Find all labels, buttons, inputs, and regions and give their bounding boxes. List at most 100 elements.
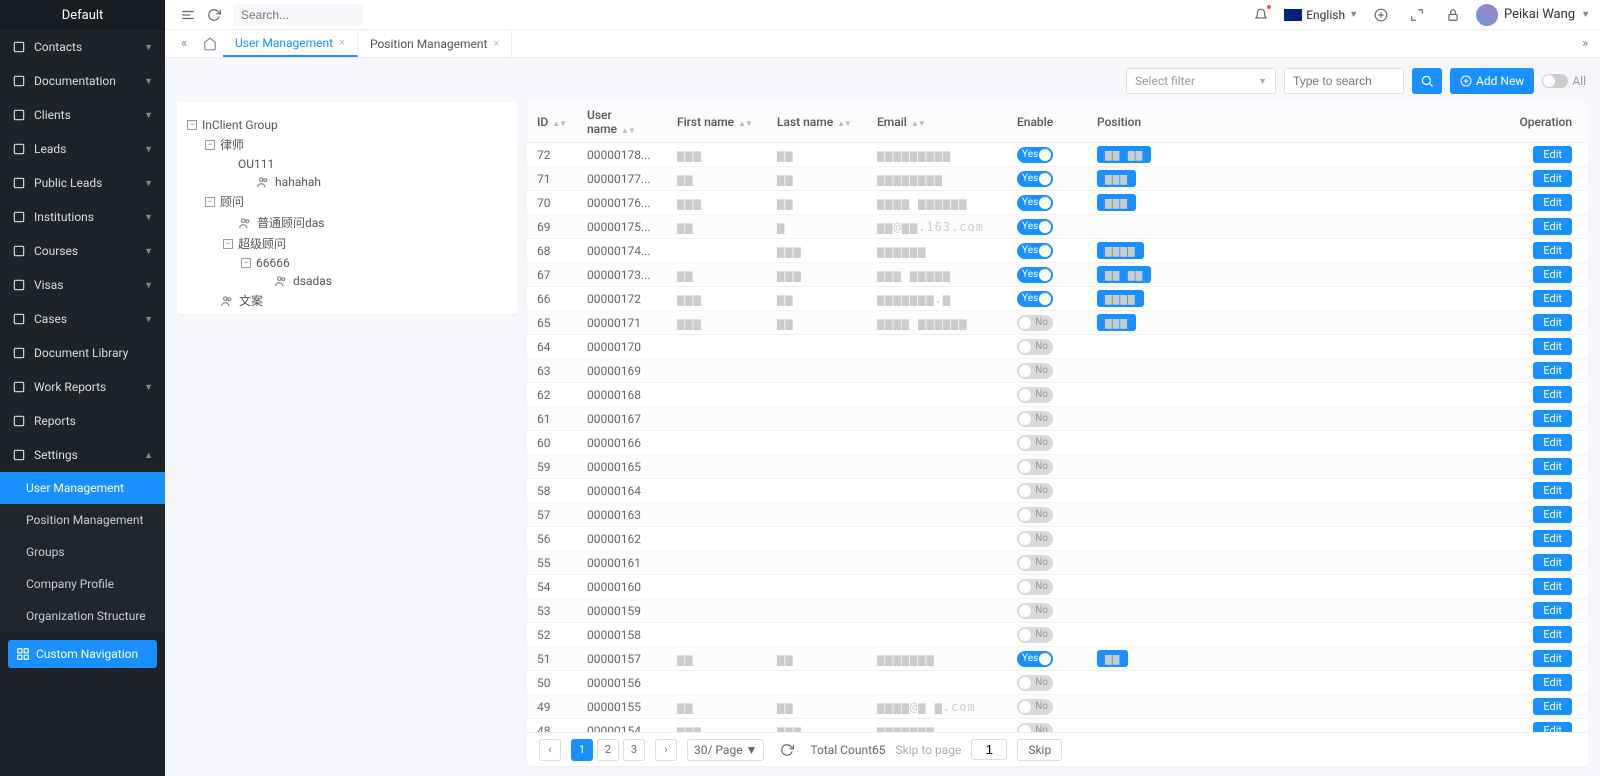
- menu-collapse-icon[interactable]: [175, 2, 201, 28]
- nav-item-leads[interactable]: Leads▼: [0, 132, 165, 166]
- nav-item-document-library[interactable]: Document Library: [0, 336, 165, 370]
- per-page-select[interactable]: 30/ Page ▼: [687, 739, 764, 761]
- position-chip[interactable]: ▆▆▆▆: [1097, 290, 1144, 307]
- edit-button[interactable]: Edit: [1533, 338, 1572, 355]
- enable-toggle[interactable]: No: [1017, 723, 1053, 732]
- filter-search-input[interactable]: [1293, 74, 1395, 88]
- nav-item-reports[interactable]: Reports: [0, 404, 165, 438]
- col-email[interactable]: Email▲▼: [867, 102, 1007, 143]
- col-lastname[interactable]: Last name▲▼: [767, 102, 867, 143]
- nav-subitem-groups[interactable]: Groups: [0, 536, 165, 568]
- page-next[interactable]: ›: [655, 739, 677, 761]
- page-number[interactable]: 3: [623, 739, 645, 761]
- enable-toggle[interactable]: No: [1017, 483, 1053, 499]
- enable-toggle[interactable]: No: [1017, 531, 1053, 547]
- position-chip[interactable]: ▆▆▆: [1097, 194, 1136, 211]
- position-chip[interactable]: ▆▆ ▆▆: [1097, 266, 1151, 283]
- tree-node[interactable]: −66666: [187, 254, 507, 272]
- enable-toggle[interactable]: Yes: [1017, 171, 1053, 187]
- position-chip[interactable]: ▆▆▆: [1097, 170, 1136, 187]
- edit-button[interactable]: Edit: [1533, 434, 1572, 451]
- global-search[interactable]: [233, 4, 363, 26]
- tree-node[interactable]: OU111: [187, 155, 507, 173]
- lock-icon[interactable]: [1440, 2, 1466, 28]
- edit-button[interactable]: Edit: [1533, 146, 1572, 163]
- nav-item-visas[interactable]: Visas▼: [0, 268, 165, 302]
- close-icon[interactable]: ×: [339, 36, 345, 49]
- edit-button[interactable]: Edit: [1533, 170, 1572, 187]
- search-button[interactable]: [1412, 68, 1442, 94]
- enable-toggle[interactable]: No: [1017, 675, 1053, 691]
- enable-toggle[interactable]: No: [1017, 435, 1053, 451]
- enable-toggle[interactable]: No: [1017, 315, 1053, 331]
- enable-toggle[interactable]: No: [1017, 555, 1053, 571]
- tabs-prev-icon[interactable]: «: [171, 30, 197, 57]
- nav-item-public-leads[interactable]: Public Leads▼: [0, 166, 165, 200]
- filter-search[interactable]: [1284, 68, 1404, 94]
- nav-item-clients[interactable]: Clients▼: [0, 98, 165, 132]
- edit-button[interactable]: Edit: [1533, 626, 1572, 643]
- edit-button[interactable]: Edit: [1533, 722, 1572, 732]
- language-selector[interactable]: English ▼: [1284, 8, 1358, 22]
- edit-button[interactable]: Edit: [1533, 458, 1572, 475]
- search-input[interactable]: [241, 8, 355, 22]
- page-prev[interactable]: ‹: [539, 739, 561, 761]
- fullscreen-icon[interactable]: [1404, 2, 1430, 28]
- enable-toggle[interactable]: Yes: [1017, 651, 1053, 667]
- filter-select[interactable]: Select filter ▼: [1126, 68, 1276, 94]
- skip-page-input[interactable]: [971, 739, 1007, 760]
- nav-item-courses[interactable]: Courses▼: [0, 234, 165, 268]
- tree-root[interactable]: − InClient Group: [187, 116, 507, 134]
- expander-icon[interactable]: −: [205, 140, 215, 150]
- nav-item-cases[interactable]: Cases▼: [0, 302, 165, 336]
- nav-item-work-reports[interactable]: Work Reports▼: [0, 370, 165, 404]
- enable-toggle[interactable]: Yes: [1017, 267, 1053, 283]
- edit-button[interactable]: Edit: [1533, 266, 1572, 283]
- tree-node[interactable]: hahahah: [187, 173, 507, 191]
- custom-navigation-button[interactable]: Custom Navigation: [8, 640, 157, 668]
- edit-button[interactable]: Edit: [1533, 242, 1572, 259]
- page-number[interactable]: 2: [597, 739, 619, 761]
- edit-button[interactable]: Edit: [1533, 482, 1572, 499]
- enable-toggle[interactable]: No: [1017, 603, 1053, 619]
- add-new-button[interactable]: Add New: [1450, 68, 1534, 94]
- enable-toggle[interactable]: No: [1017, 411, 1053, 427]
- enable-toggle[interactable]: No: [1017, 387, 1053, 403]
- tree-node[interactable]: −顾问: [187, 191, 507, 212]
- enable-toggle[interactable]: No: [1017, 579, 1053, 595]
- tabs-more-icon[interactable]: »: [1570, 30, 1600, 57]
- enable-toggle[interactable]: No: [1017, 363, 1053, 379]
- tree-node[interactable]: 文案: [187, 290, 507, 311]
- edit-button[interactable]: Edit: [1533, 218, 1572, 235]
- enable-toggle[interactable]: Yes: [1017, 219, 1053, 235]
- expander-icon[interactable]: −: [241, 258, 251, 268]
- user-menu[interactable]: Peikai Wang ▼: [1476, 4, 1590, 26]
- nav-item-settings[interactable]: Settings▲: [0, 438, 165, 472]
- nav-item-contacts[interactable]: Contacts▼: [0, 30, 165, 64]
- page-number[interactable]: 1: [571, 739, 593, 761]
- edit-button[interactable]: Edit: [1533, 290, 1572, 307]
- edit-button[interactable]: Edit: [1533, 362, 1572, 379]
- edit-button[interactable]: Edit: [1533, 194, 1572, 211]
- toggle-all[interactable]: All: [1542, 74, 1586, 88]
- close-icon[interactable]: ×: [493, 37, 499, 50]
- position-chip[interactable]: ▆▆: [1097, 650, 1128, 667]
- nav-subitem-organization-structure[interactable]: Organization Structure: [0, 600, 165, 632]
- tree-node[interactable]: 开发: [187, 311, 507, 314]
- edit-button[interactable]: Edit: [1533, 698, 1572, 715]
- enable-toggle[interactable]: Yes: [1017, 195, 1053, 211]
- enable-toggle[interactable]: No: [1017, 459, 1053, 475]
- col-id[interactable]: ID▲▼: [527, 102, 577, 143]
- enable-toggle[interactable]: No: [1017, 699, 1053, 715]
- edit-button[interactable]: Edit: [1533, 530, 1572, 547]
- nav-item-documentation[interactable]: Documentation▼: [0, 64, 165, 98]
- position-chip[interactable]: ▆▆▆▆: [1097, 242, 1144, 259]
- expander-icon[interactable]: −: [187, 120, 197, 130]
- pager-refresh-icon[interactable]: [774, 737, 800, 763]
- enable-toggle[interactable]: Yes: [1017, 291, 1053, 307]
- tree-node[interactable]: −超级顾问: [187, 233, 507, 254]
- tree-node[interactable]: dsadas: [187, 272, 507, 290]
- edit-button[interactable]: Edit: [1533, 578, 1572, 595]
- enable-toggle[interactable]: Yes: [1017, 243, 1053, 259]
- edit-button[interactable]: Edit: [1533, 386, 1572, 403]
